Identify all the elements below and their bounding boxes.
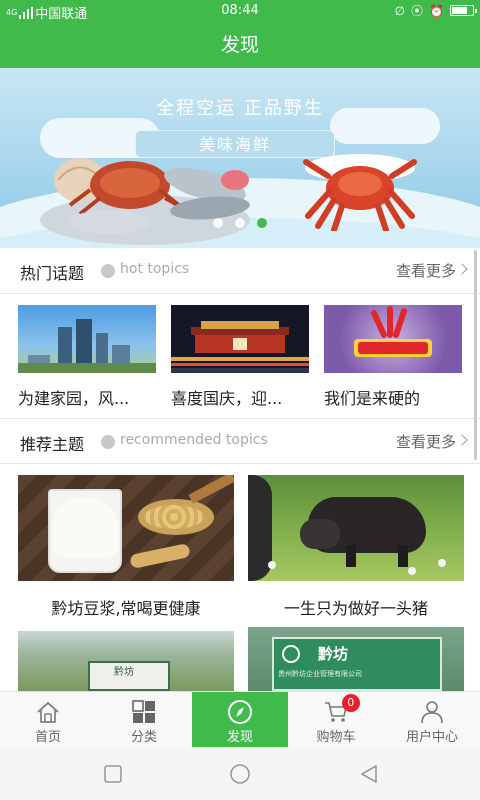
recommended-card[interactable]: 黔坊豆浆,常喝更健康: [18, 475, 234, 619]
hot-topic-card[interactable]: 为建家园，风...: [18, 305, 156, 415]
section-subtitle: hot topics: [120, 261, 190, 277]
company-sign-text: 黔坊: [318, 645, 349, 663]
cart-badge: 0: [341, 694, 360, 712]
recommended-caption: 黔坊豆浆,常喝更健康: [51, 599, 201, 618]
section-title: 推荐主题: [20, 435, 85, 454]
view-more-link[interactable]: 查看更多: [396, 431, 456, 452]
china-good-product-image: [324, 305, 462, 373]
grid-icon: [132, 700, 155, 723]
carousel-dot[interactable]: [213, 218, 223, 228]
section-subtitle: recommended topics: [120, 432, 268, 448]
tab-cart[interactable]: 0 购物车: [288, 692, 384, 747]
topic-caption: 为建家园，风...: [18, 389, 130, 408]
seafood-image: [40, 158, 250, 245]
user-icon: [421, 701, 443, 724]
alarm-icon: ⏰: [429, 3, 444, 18]
recommended-caption: 一生只为做好一头猪: [283, 599, 428, 618]
back-icon[interactable]: [358, 764, 380, 784]
black-pig-image: [248, 475, 464, 581]
good-product-logo: [354, 306, 432, 357]
tab-discover[interactable]: 发现: [192, 692, 288, 747]
lock-rotation-icon: ⦿: [411, 4, 424, 18]
city-skyline-image: [18, 305, 156, 373]
topic-caption: 喜度国庆，迎...: [171, 389, 283, 408]
hot-topic-card[interactable]: 我们是来硬的: [324, 305, 462, 415]
dot-icon: [101, 435, 115, 449]
topic-caption: 我们是来硬的: [324, 389, 421, 408]
hot-topics-list: 为建家园，风... 喜度国庆，迎... 我们是来硬的: [18, 305, 462, 415]
carousel-dot[interactable]: [235, 218, 245, 228]
carousel-dot-active[interactable]: [257, 218, 267, 228]
home-button-icon[interactable]: [228, 764, 252, 784]
battery-icon: [450, 5, 477, 16]
tab-label: 发现: [226, 730, 253, 745]
scrollbar[interactable]: [474, 250, 477, 460]
recommended-card[interactable]: 黔坊: [18, 631, 234, 691]
compass-icon: [228, 700, 252, 724]
bottom-tab-bar: 首页 分类 发现 0 购物车 用户中心: [0, 691, 480, 747]
hot-topics-header: 热门话题 hot topics 查看更多: [0, 248, 480, 294]
home-icon: [37, 701, 59, 723]
banner-slogan: 全程空运 正品野生: [156, 98, 324, 119]
carousel-indicator[interactable]: [0, 218, 480, 228]
company-sign-image: 黔坊 贵州黔坊企业管理有限公司: [248, 627, 464, 691]
chevron-right-icon[interactable]: [456, 434, 468, 446]
recent-apps-icon[interactable]: [103, 764, 123, 784]
recommended-header: 推荐主题 recommended topics 查看更多: [0, 418, 480, 464]
tab-label: 用户中心: [405, 730, 458, 745]
soy-milk-image: [18, 475, 234, 581]
tab-category[interactable]: 分类: [96, 692, 192, 747]
tab-label: 分类: [130, 730, 157, 745]
company-sign-subtext: 贵州黔坊企业管理有限公司: [278, 670, 362, 678]
section-title: 热门话题: [20, 264, 85, 283]
tab-label: 购物车: [316, 730, 356, 745]
tab-user-center[interactable]: 用户中心: [384, 692, 480, 747]
recommended-card[interactable]: 一生只为做好一头猪: [248, 475, 464, 619]
status-bar: 4G 中国联通 08:44 ∅ ⦿ ⏰: [0, 0, 480, 22]
chevron-right-icon[interactable]: [456, 263, 468, 275]
system-nav-bar: [0, 747, 480, 800]
recommended-card[interactable]: 黔坊 贵州黔坊企业管理有限公司: [248, 627, 464, 691]
vibrate-icon: ∅: [394, 3, 406, 18]
farm-field-image: 黔坊: [18, 631, 234, 691]
dot-icon: [101, 264, 115, 278]
hot-topic-card[interactable]: 喜度国庆，迎...: [171, 305, 309, 415]
farm-sign-text: 黔坊: [114, 667, 134, 678]
status-right: ∅ ⦿ ⏰: [394, 2, 477, 19]
page-title: 发现: [0, 22, 480, 68]
tiananmen-night-image: [171, 305, 309, 373]
view-more-link[interactable]: 查看更多: [396, 260, 456, 281]
tab-home[interactable]: 首页: [0, 692, 96, 747]
promo-banner[interactable]: 全程空运 正品野生 美味海鲜: [0, 68, 480, 248]
tab-label: 首页: [34, 730, 61, 745]
